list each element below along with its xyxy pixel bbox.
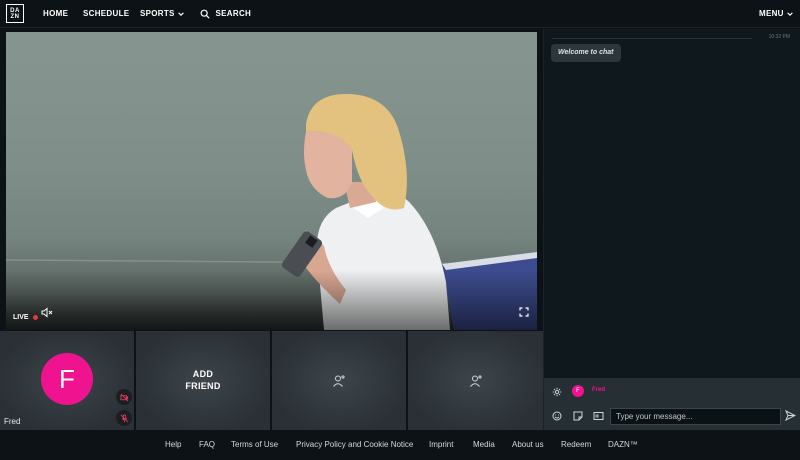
add-user-icon[interactable] xyxy=(469,374,483,388)
participant-tile-self: F Fred xyxy=(0,331,134,430)
volume-muted-icon xyxy=(41,307,53,318)
send-icon[interactable] xyxy=(785,410,796,421)
fullscreen-icon xyxy=(519,307,529,317)
participant-tiles: F Fred ADD FRIEND xyxy=(0,331,543,430)
gif-icon[interactable] xyxy=(593,411,604,421)
add-friend-tile[interactable]: ADD FRIEND xyxy=(136,331,270,430)
nav-search[interactable]: SEARCH xyxy=(200,0,251,28)
nav-sports-label: SPORTS xyxy=(140,9,175,18)
chat-composer: F Fred xyxy=(544,378,800,430)
footer-link-about[interactable]: About us xyxy=(512,430,544,460)
chat-user-name: Fred xyxy=(592,387,606,393)
add-friend-button[interactable]: ADD FRIEND xyxy=(136,368,270,392)
nav-sports[interactable]: SPORTS xyxy=(140,0,185,28)
toggle-camera-button[interactable] xyxy=(116,389,132,405)
footer-link-redeem[interactable]: Redeem xyxy=(561,430,591,460)
footer-link-dazn[interactable]: DAZN™ xyxy=(608,430,638,460)
footer-link-terms[interactable]: Terms of Use xyxy=(231,430,278,460)
site-footer: Help FAQ Terms of Use Privacy Policy and… xyxy=(0,430,800,460)
chevron-down-icon xyxy=(178,12,185,16)
top-nav: DA ZN HOME SCHEDULE SPORTS SEARCH MENU xyxy=(0,0,800,28)
search-icon xyxy=(200,9,210,19)
emoji-icon[interactable] xyxy=(552,411,562,421)
sticker-icon[interactable] xyxy=(573,411,583,421)
nav-home[interactable]: HOME xyxy=(43,0,68,28)
empty-friend-slot[interactable] xyxy=(408,331,543,430)
live-indicator: LIVE xyxy=(13,314,38,321)
dazn-logo[interactable]: DA ZN xyxy=(6,4,24,23)
chat-panel: 10:32 PM Welcome to chat F Fred xyxy=(543,29,800,430)
chat-divider xyxy=(552,38,752,39)
welcome-message: Welcome to chat xyxy=(551,44,621,62)
chevron-down-icon xyxy=(787,12,794,16)
live-label: LIVE xyxy=(13,314,29,321)
nav-menu-label: MENU xyxy=(759,9,784,18)
logo-text-bottom: ZN xyxy=(10,13,20,20)
nav-search-label: SEARCH xyxy=(215,9,252,18)
chat-timestamp: 10:32 PM xyxy=(768,34,790,40)
add-user-icon[interactable] xyxy=(332,374,346,388)
footer-link-privacy[interactable]: Privacy Policy and Cookie Notice xyxy=(296,430,413,460)
participant-name: Fred xyxy=(4,417,21,426)
chat-message-input[interactable] xyxy=(610,408,781,425)
live-dot-icon xyxy=(32,315,38,320)
avatar: F xyxy=(41,353,93,405)
nav-schedule[interactable]: SCHEDULE xyxy=(83,0,129,28)
video-player[interactable]: LIVE xyxy=(6,32,537,330)
avatar-initial: F xyxy=(576,388,580,394)
mic-off-icon xyxy=(120,413,128,422)
empty-friend-slot[interactable] xyxy=(272,331,406,430)
video-controls-shade xyxy=(6,270,537,330)
avatar-initial: F xyxy=(59,363,75,394)
camera-off-icon xyxy=(119,393,128,401)
gear-icon[interactable] xyxy=(552,387,562,397)
footer-link-imprint[interactable]: Imprint xyxy=(429,430,453,460)
toggle-mic-button[interactable] xyxy=(116,410,132,426)
footer-link-media[interactable]: Media xyxy=(473,430,495,460)
fullscreen-button[interactable] xyxy=(519,304,529,322)
footer-link-help[interactable]: Help xyxy=(165,430,181,460)
avatar: F xyxy=(572,385,584,397)
footer-link-faq[interactable]: FAQ xyxy=(199,430,215,460)
mute-button[interactable] xyxy=(41,305,53,323)
nav-menu[interactable]: MENU xyxy=(759,0,794,28)
